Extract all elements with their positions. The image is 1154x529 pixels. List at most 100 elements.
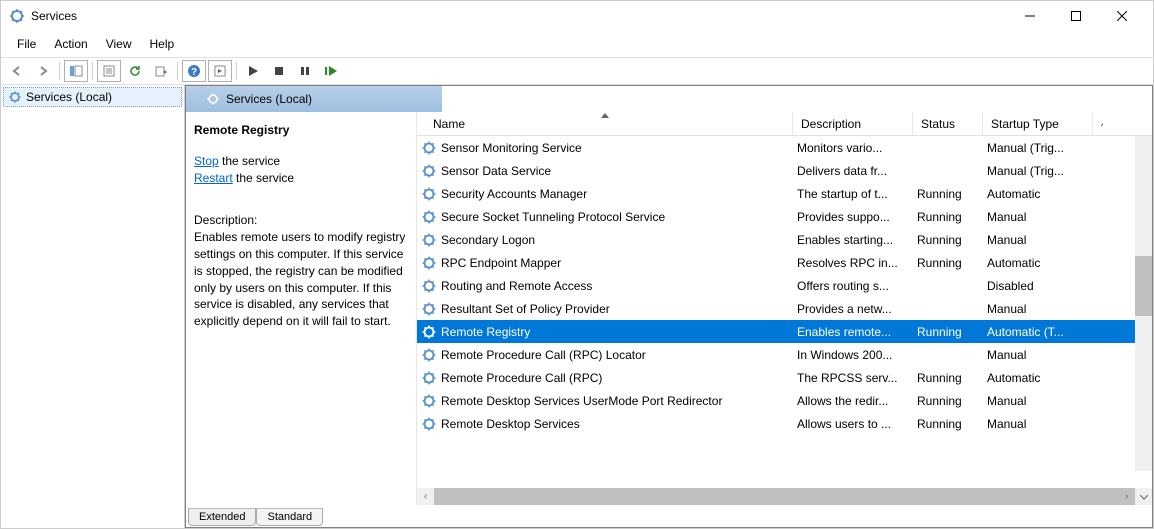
- menu-help[interactable]: Help: [142, 35, 183, 53]
- service-row[interactable]: Remote Procedure Call (RPC) Locator In Wi…: [417, 343, 1152, 366]
- service-startup: Automatic: [987, 256, 1097, 270]
- view-tabs: Extended Standard: [186, 505, 1152, 527]
- start-service-button[interactable]: [241, 60, 265, 82]
- service-status: Running: [917, 256, 987, 270]
- service-name: Security Accounts Manager: [441, 187, 587, 201]
- maximize-button[interactable]: [1053, 1, 1099, 31]
- menu-file[interactable]: File: [9, 35, 44, 53]
- back-button[interactable]: [5, 60, 29, 82]
- service-startup: Manual: [987, 417, 1097, 431]
- service-icon: [421, 140, 437, 156]
- service-row[interactable]: Secondary LogonEnables starting...Runnin…: [417, 228, 1152, 251]
- minimize-button[interactable]: [1007, 1, 1053, 31]
- service-icon: [421, 393, 437, 409]
- service-row[interactable]: Sensor Monitoring ServiceMonitors vario.…: [417, 136, 1152, 159]
- svg-text:?: ?: [191, 67, 197, 78]
- service-name: Remote Desktop Services: [441, 417, 580, 431]
- hscroll-thumb[interactable]: [434, 488, 1135, 505]
- service-name: Secure Socket Tunneling Protocol Service: [441, 210, 665, 224]
- service-icon: [421, 163, 437, 179]
- forward-button[interactable]: [31, 60, 55, 82]
- service-name: Sensor Data Service: [441, 164, 551, 178]
- service-startup: Automatic (T...: [987, 325, 1097, 339]
- service-row[interactable]: RPC Endpoint Mapper Resolves RPC in...Run…: [417, 251, 1152, 274]
- close-button[interactable]: [1099, 1, 1145, 31]
- menu-action[interactable]: Action: [46, 35, 95, 53]
- service-desc: Allows users to ...: [797, 417, 917, 431]
- show-hide-tree-button[interactable]: [64, 60, 88, 82]
- service-status: Running: [917, 371, 987, 385]
- header-band: Services (Local): [186, 86, 1152, 112]
- col-name[interactable]: Name: [417, 112, 793, 135]
- service-name: Secondary Logon: [441, 233, 535, 247]
- restart-suffix: the service: [233, 171, 294, 185]
- scroll-up-button[interactable]: [1093, 112, 1111, 135]
- service-startup: Disabled: [987, 279, 1097, 293]
- service-row[interactable]: Remote RegistryEnables remote...RunningA…: [417, 320, 1152, 343]
- main-pane: Services (Local) Remote Registry Stop th…: [185, 85, 1153, 528]
- service-name: Resultant Set of Policy Provider: [441, 302, 610, 316]
- scroll-right-button[interactable]: ›: [1118, 488, 1135, 505]
- services-window: Services File Action View Help ?: [0, 0, 1154, 529]
- service-status: Running: [917, 210, 987, 224]
- restart-service-button[interactable]: [319, 60, 343, 82]
- service-desc: The RPCSS serv...: [797, 371, 917, 385]
- service-desc: Delivers data fr...: [797, 164, 917, 178]
- horizontal-scrollbar[interactable]: ‹ ›: [417, 488, 1152, 505]
- tree-root-label: Services (Local): [26, 90, 112, 104]
- help-button[interactable]: ?: [182, 60, 206, 82]
- service-name: Remote Procedure Call (RPC) Locator: [441, 348, 646, 362]
- stop-service-link[interactable]: Stop: [194, 154, 219, 168]
- export-list-button[interactable]: [149, 60, 173, 82]
- scroll-down-button[interactable]: [1135, 488, 1152, 505]
- service-row[interactable]: Remote Procedure Call (RPC) The RPCSS ser…: [417, 366, 1152, 389]
- service-icon: [421, 209, 437, 225]
- col-startup[interactable]: Startup Type: [983, 112, 1093, 135]
- service-row[interactable]: Security Accounts Manager The startup of …: [417, 182, 1152, 205]
- console-tree[interactable]: Services (Local): [1, 85, 185, 528]
- service-desc: Monitors vario...: [797, 141, 917, 155]
- tree-root[interactable]: Services (Local): [3, 87, 182, 107]
- service-desc: Resolves RPC in...: [797, 256, 917, 270]
- service-desc: In Windows 200...: [797, 348, 917, 362]
- scrollbar-thumb[interactable]: [1135, 256, 1152, 316]
- service-name: RPC Endpoint Mapper: [441, 256, 561, 270]
- refresh-button[interactable]: [123, 60, 147, 82]
- service-startup: Manual: [987, 348, 1097, 362]
- service-desc: Enables remote...: [797, 325, 917, 339]
- window-title: Services: [31, 9, 77, 23]
- service-startup: Automatic: [987, 187, 1097, 201]
- service-row[interactable]: Remote Desktop Services UserMode Port Re…: [417, 389, 1152, 412]
- menu-view[interactable]: View: [98, 35, 140, 53]
- service-row[interactable]: Sensor Data ServiceDelivers data fr...Ma…: [417, 159, 1152, 182]
- services-list: Name Description Status Startup Type Sen…: [416, 112, 1152, 505]
- scroll-left-button[interactable]: ‹: [417, 488, 434, 505]
- service-status: Running: [917, 394, 987, 408]
- tab-standard[interactable]: Standard: [256, 508, 323, 526]
- service-row[interactable]: Resultant Set of Policy ProviderProvides…: [417, 297, 1152, 320]
- menubar: File Action View Help: [1, 31, 1153, 57]
- service-icon: [421, 301, 437, 317]
- service-desc: The startup of t...: [797, 187, 917, 201]
- detail-pane: Remote Registry Stop the service Restart…: [186, 112, 416, 505]
- col-description[interactable]: Description: [793, 112, 913, 135]
- service-row[interactable]: Routing and Remote AccessOffers routing …: [417, 274, 1152, 297]
- titlebar[interactable]: Services: [1, 1, 1153, 31]
- description-text: Enables remote users to modify registry …: [194, 229, 406, 330]
- service-name: Remote Procedure Call (RPC): [441, 371, 602, 385]
- col-status[interactable]: Status: [913, 112, 983, 135]
- service-rows[interactable]: Sensor Monitoring ServiceMonitors vario.…: [417, 136, 1152, 488]
- show-hide-action-pane-button[interactable]: [208, 60, 232, 82]
- properties-button[interactable]: [97, 60, 121, 82]
- pause-service-button[interactable]: [293, 60, 317, 82]
- service-icon: [421, 324, 437, 340]
- restart-service-link[interactable]: Restart: [194, 171, 233, 185]
- service-desc: Allows the redir...: [797, 394, 917, 408]
- service-icon: [421, 186, 437, 202]
- stop-service-button[interactable]: [267, 60, 291, 82]
- service-row[interactable]: Remote Desktop Services Allows users to .…: [417, 412, 1152, 435]
- service-icon: [421, 278, 437, 294]
- tab-extended[interactable]: Extended: [188, 508, 256, 526]
- service-startup: Manual: [987, 210, 1097, 224]
- service-row[interactable]: Secure Socket Tunneling Protocol Service…: [417, 205, 1152, 228]
